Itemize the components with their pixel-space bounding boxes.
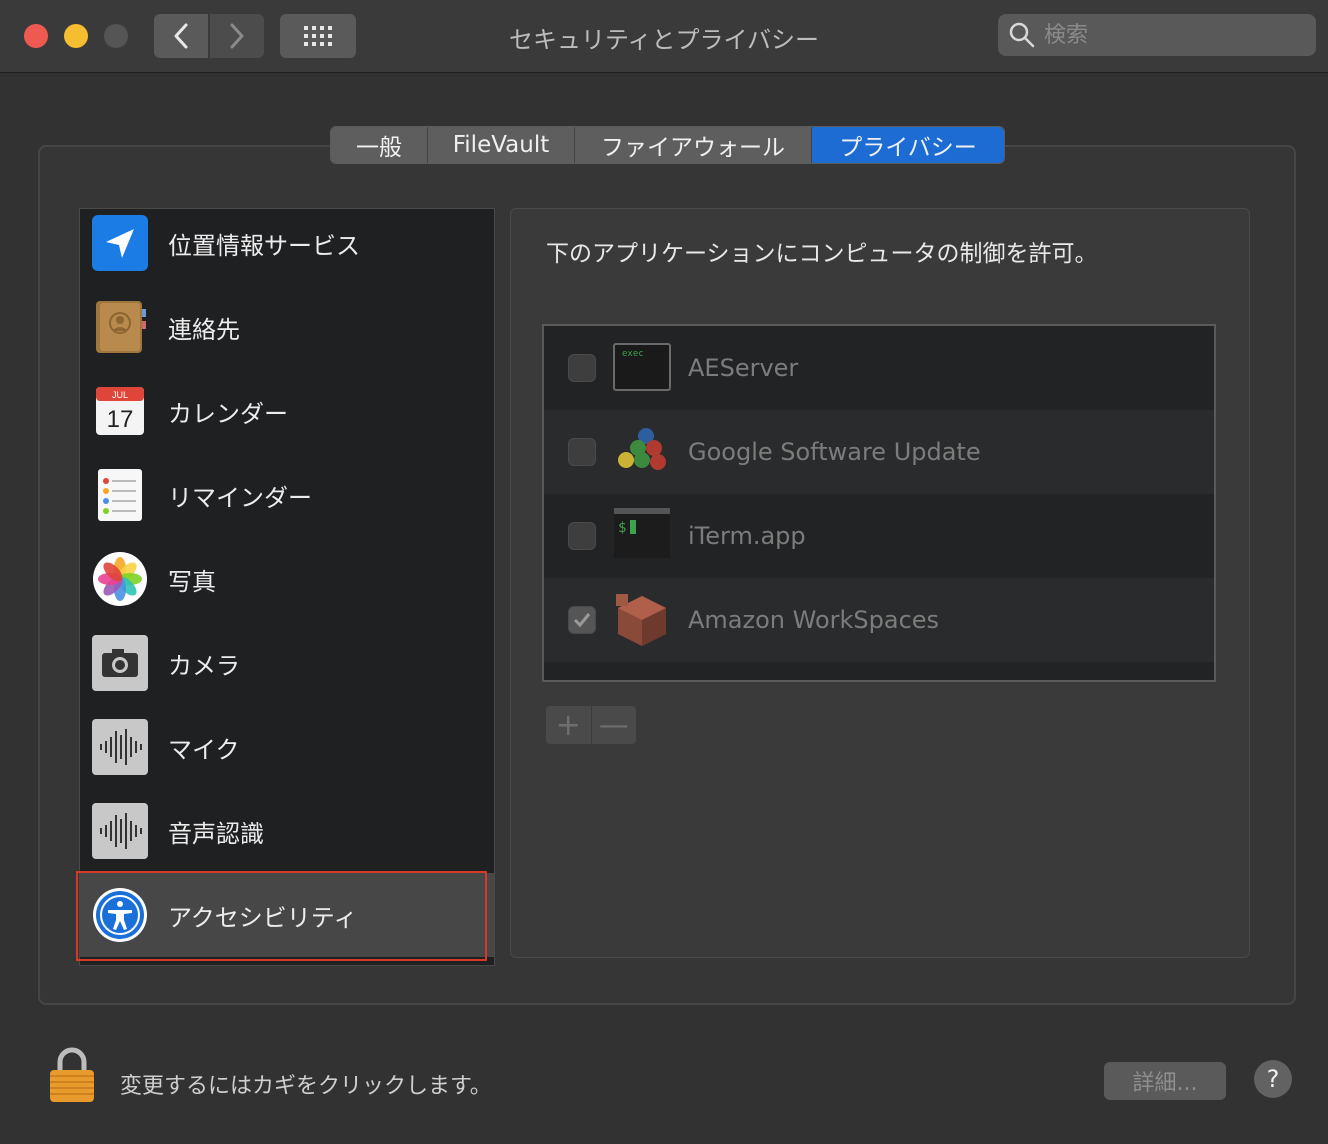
- tab-bar: 一般 FileVault ファイアウォール プライバシー: [330, 126, 1005, 164]
- calendar-icon: JUL 17: [96, 387, 144, 435]
- app-name: Amazon WorkSpaces: [688, 606, 940, 634]
- search-input[interactable]: [1042, 21, 1296, 49]
- app-name: iTerm.app: [688, 522, 806, 550]
- privacy-category-list: 位置情報サービス 連絡先 JUL 17 カレンダー リマインダー 写真 カメラ …: [79, 208, 495, 966]
- app-name: Google Software Update: [688, 438, 981, 466]
- google-update-balls-icon: [618, 428, 666, 470]
- sidebar-item-label: 連絡先: [168, 315, 240, 344]
- details-button[interactable]: 詳細...: [1104, 1062, 1226, 1100]
- svg-text:exec: exec: [622, 349, 644, 359]
- add-remove-control: + —: [546, 706, 636, 744]
- tab-filevault[interactable]: FileVault: [428, 127, 575, 163]
- sidebar-item-reminders[interactable]: リマインダー: [80, 453, 494, 537]
- app-checkbox-checked[interactable]: [568, 606, 596, 634]
- iterm-icon: $: [614, 508, 670, 558]
- sidebar-item-label: 写真: [168, 567, 216, 596]
- search-field[interactable]: [998, 14, 1316, 56]
- amazon-workspaces-cube-icon: [616, 594, 666, 646]
- app-checkbox[interactable]: [568, 438, 596, 466]
- tab-general[interactable]: 一般: [331, 127, 428, 163]
- add-app-button[interactable]: +: [546, 706, 592, 744]
- sidebar-item-label: 音声認識: [168, 819, 264, 848]
- photos-icon: [93, 552, 147, 606]
- camera-icon: [92, 635, 148, 691]
- app-checkbox[interactable]: [568, 522, 596, 550]
- list-item: exec AEServer: [544, 326, 1214, 410]
- app-name: AEServer: [688, 354, 799, 382]
- svg-text:17: 17: [107, 406, 134, 433]
- sidebar-item-label: リマインダー: [168, 483, 312, 512]
- sidebar-item-location-services[interactable]: 位置情報サービス: [80, 209, 494, 285]
- exec-terminal-icon: exec: [613, 343, 671, 391]
- sidebar-item-speech-recognition[interactable]: 音声認識: [80, 789, 494, 873]
- contacts-book-icon: [96, 301, 146, 353]
- lock-icon[interactable]: [48, 1046, 96, 1104]
- sidebar-item-label: 位置情報サービス: [168, 231, 360, 260]
- svg-text:$: $: [618, 520, 626, 536]
- tab-firewall[interactable]: ファイアウォール: [575, 127, 812, 163]
- reminders-icon: [98, 469, 142, 521]
- title-bar: セキュリティとプライバシー: [0, 0, 1328, 73]
- sidebar-item-label: カレンダー: [168, 399, 288, 428]
- sidebar-item-microphone[interactable]: マイク: [80, 705, 494, 789]
- list-item: Google Software Update: [544, 410, 1214, 494]
- lock-hint-text: 変更するにはカギをクリックします。: [120, 1074, 492, 1099]
- sidebar-item-label: カメラ: [168, 651, 240, 680]
- sidebar-item-camera[interactable]: カメラ: [80, 621, 494, 705]
- sidebar-item-calendar[interactable]: JUL 17 カレンダー: [80, 369, 494, 453]
- tab-privacy[interactable]: プライバシー: [812, 127, 1004, 163]
- sidebar-item-photos[interactable]: 写真: [80, 537, 494, 621]
- app-checkbox[interactable]: [568, 354, 596, 382]
- selection-highlight-annotation: [76, 871, 487, 961]
- remove-app-button[interactable]: —: [592, 706, 637, 744]
- app-list: exec AEServer Google Software Update $ i…: [542, 324, 1216, 682]
- location-arrow-icon: [92, 215, 148, 271]
- help-button[interactable]: ?: [1254, 1060, 1292, 1098]
- pane-description: 下のアプリケーションにコンピュータの制御を許可。: [546, 241, 1098, 267]
- microphone-waveform-icon: [92, 719, 148, 775]
- search-icon: [1009, 22, 1035, 48]
- speech-recognition-icon: [92, 803, 148, 859]
- list-item: $ iTerm.app: [544, 494, 1214, 578]
- checkmark-icon: [573, 613, 591, 628]
- sidebar-item-label: マイク: [168, 735, 240, 764]
- svg-text:JUL: JUL: [112, 390, 128, 400]
- list-item: Amazon WorkSpaces: [544, 578, 1214, 662]
- sidebar-item-contacts[interactable]: 連絡先: [80, 285, 494, 369]
